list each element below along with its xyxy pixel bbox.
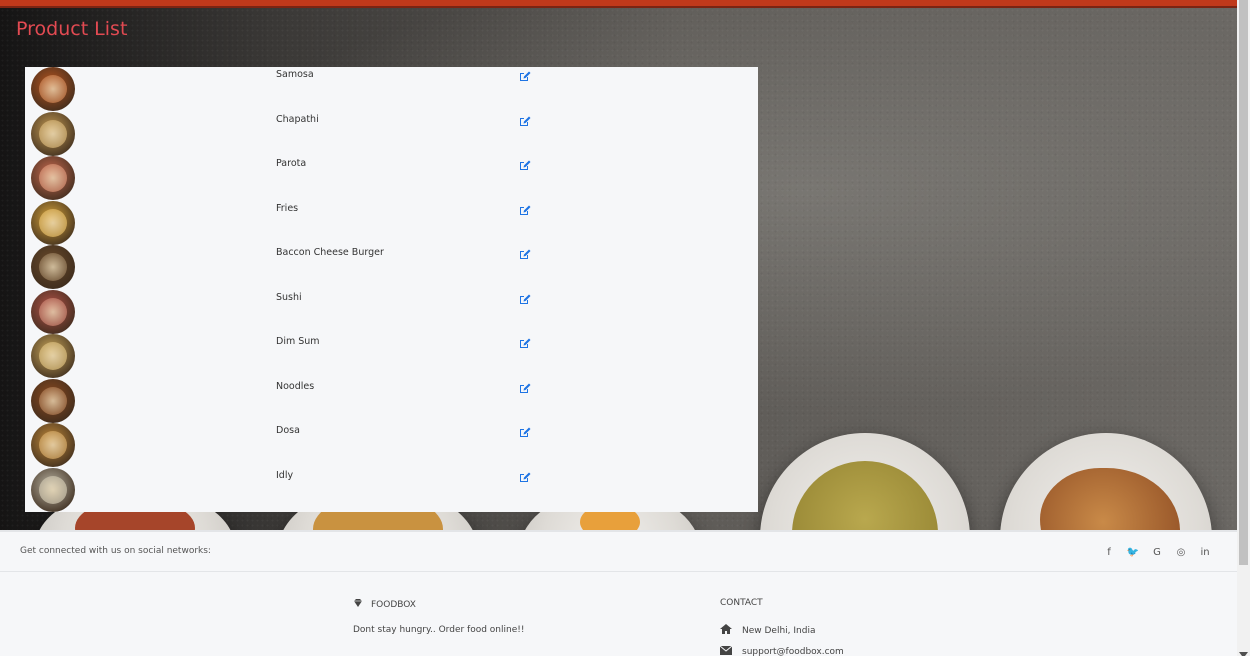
product-name: Fries	[276, 202, 299, 214]
edit-icon[interactable]	[519, 379, 531, 393]
edit-icon[interactable]	[519, 112, 531, 126]
product-image	[31, 67, 75, 111]
product-image	[31, 200, 75, 245]
product-row: Sushi	[25, 289, 758, 335]
edit-icon[interactable]	[519, 245, 531, 259]
home-icon	[720, 624, 732, 637]
product-row: Chapathi	[25, 111, 758, 157]
page-title: Product List	[16, 18, 128, 40]
edit-icon[interactable]	[519, 423, 531, 437]
product-name: Samosa	[276, 69, 314, 80]
edit-icon[interactable]	[519, 334, 531, 348]
product-image	[31, 423, 75, 467]
product-list-card: Samosa Chapathi Parota Fries Baccon Cheese B…	[25, 67, 758, 512]
scrollbar-thumb[interactable]	[1239, 0, 1248, 565]
scroll-down-arrow-icon[interactable]	[1239, 644, 1248, 656]
product-name: Noodles	[276, 380, 315, 392]
product-name: Chapathi	[276, 113, 319, 125]
product-row: Dim Sum	[25, 334, 758, 379]
page-scrollbar[interactable]	[1237, 0, 1250, 656]
product-name: Dosa	[276, 425, 300, 436]
social-icons: f 🐦 G ◎ in	[1103, 546, 1211, 558]
envelope-icon	[719, 645, 733, 656]
social-bar: Get connected with us on social networks…	[0, 530, 1237, 572]
edit-icon[interactable]	[519, 468, 531, 482]
top-border	[0, 0, 1237, 8]
footer-email: support@foodbox.com	[719, 645, 844, 656]
product-row: Dosa	[25, 423, 758, 468]
edit-icon[interactable]	[519, 67, 531, 81]
product-row: Baccon Cheese Burger	[25, 245, 758, 290]
google-icon[interactable]: G	[1151, 546, 1163, 558]
edit-icon[interactable]	[519, 290, 531, 304]
product-image	[31, 378, 75, 423]
product-row: Idly	[25, 467, 758, 513]
product-name: Dim Sum	[276, 336, 320, 347]
product-image	[31, 334, 75, 378]
footer-email-text[interactable]: support@foodbox.com	[742, 647, 844, 656]
footer: FOODBOX Dont stay hungry.. Order food on…	[0, 572, 1237, 656]
facebook-icon[interactable]: f	[1103, 546, 1115, 558]
product-row: Noodles	[25, 378, 758, 424]
product-row: Fries	[25, 200, 758, 246]
footer-brand-label: FOODBOX	[371, 599, 416, 610]
linkedin-icon[interactable]: in	[1199, 546, 1211, 558]
product-row: Samosa	[25, 67, 758, 112]
product-name: Baccon Cheese Burger	[276, 247, 384, 258]
product-image	[31, 289, 75, 334]
product-image	[31, 111, 75, 156]
product-image	[31, 156, 75, 200]
product-row: Parota	[25, 156, 758, 201]
product-image	[31, 245, 75, 289]
footer-contact-title: CONTACT	[720, 598, 763, 608]
footer-brand: FOODBOX	[353, 598, 416, 611]
footer-address: New Delhi, India	[720, 624, 815, 637]
product-name: Idly	[276, 469, 294, 481]
instagram-icon[interactable]: ◎	[1175, 546, 1187, 558]
diamond-icon	[353, 598, 363, 611]
twitter-icon[interactable]: 🐦	[1127, 546, 1139, 558]
social-text: Get connected with us on social networks…	[20, 546, 211, 556]
edit-icon[interactable]	[519, 156, 531, 170]
product-name: Sushi	[276, 291, 302, 303]
footer-address-text: New Delhi, India	[742, 625, 816, 636]
product-image	[31, 467, 75, 512]
footer-tagline: Dont stay hungry.. Order food online!!	[353, 625, 525, 635]
edit-icon[interactable]	[519, 201, 531, 215]
product-name: Parota	[276, 158, 307, 169]
